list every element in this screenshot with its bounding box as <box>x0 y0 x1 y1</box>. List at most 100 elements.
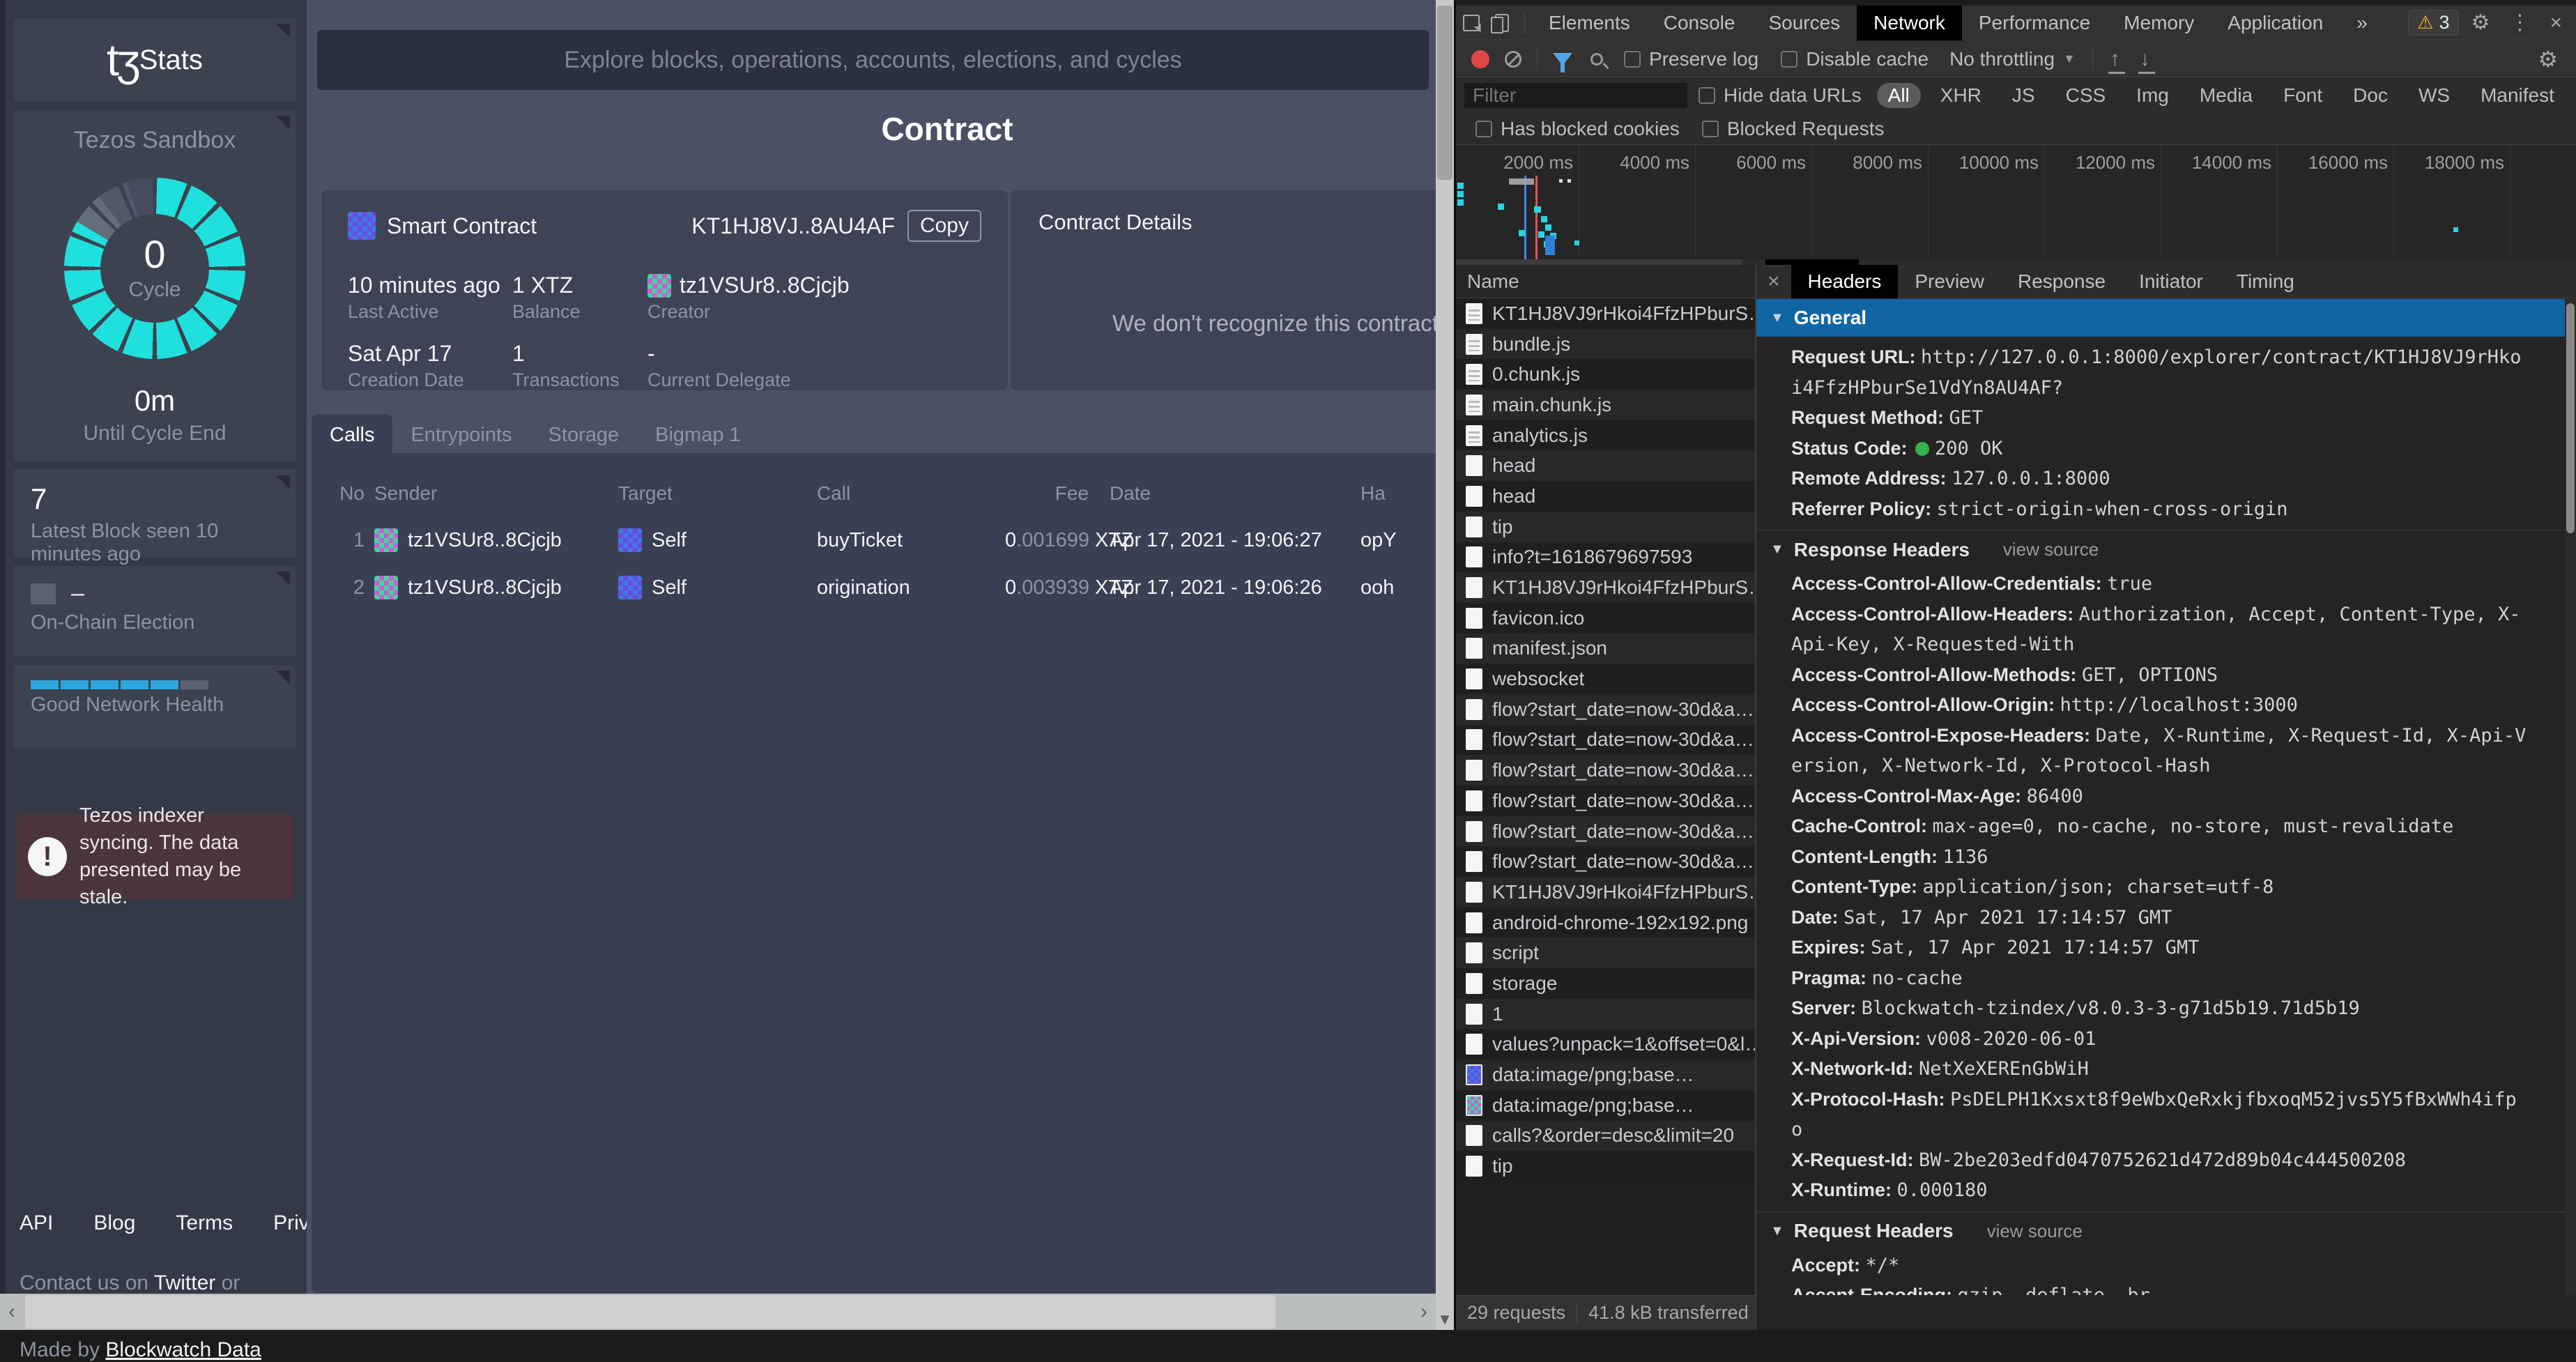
request-row[interactable]: favicon.ico <box>1456 602 1755 634</box>
request-type-filter[interactable]: CSS <box>2055 83 2117 108</box>
details-tab[interactable]: Initiator <box>2122 265 2220 298</box>
devtools-tab[interactable]: Network <box>1857 5 1962 40</box>
blockwatch-link[interactable]: Blockwatch Data <box>105 1338 261 1361</box>
record-button[interactable] <box>1471 49 1489 68</box>
timeline-overview-strip[interactable] <box>1456 259 2576 265</box>
close-details-icon[interactable]: × <box>1756 270 1791 293</box>
twitter-link[interactable]: Twitter <box>154 1271 215 1294</box>
devtools-tab[interactable]: Application <box>2211 6 2340 40</box>
request-row[interactable]: KT1HJ8VJ9rHkoi4FfzHPburS… <box>1456 877 1755 908</box>
request-row[interactable]: flow?start_date=now-30d&a… <box>1456 846 1755 878</box>
table-row[interactable]: 2 tz1VSUr8..8Cjcjb Self origination 0.00… <box>312 576 1436 599</box>
device-toolbar-icon[interactable] <box>1487 9 1517 37</box>
sender-address[interactable]: tz1VSUr8..8Cjcjb <box>408 576 562 599</box>
details-tab[interactable]: Response <box>2001 265 2122 298</box>
details-tab[interactable]: Headers <box>1791 265 1899 298</box>
request-row[interactable]: data:image/png;base… <box>1456 1059 1755 1090</box>
devtools-menu-icon[interactable]: ⋮ <box>2502 10 2537 35</box>
vscroll-thumb[interactable] <box>1437 6 1452 180</box>
details-scrollbar[interactable] <box>2565 299 2576 1295</box>
request-row[interactable]: main.chunk.js <box>1456 390 1755 420</box>
throttling-dropdown[interactable]: No throttling ▼ <box>1949 48 2076 70</box>
devtools-tab[interactable]: Memory <box>2107 6 2211 40</box>
sender-address[interactable]: tz1VSUr8..8Cjcjb <box>408 529 562 552</box>
details-scroll-thumb[interactable] <box>2566 303 2575 533</box>
filter-icon[interactable] <box>1553 52 1572 72</box>
tab-item[interactable]: Entrypoints <box>392 414 530 457</box>
scroll-down-arrow[interactable]: ▼ <box>1436 1309 1454 1330</box>
request-row[interactable]: KT1HJ8VJ9rHkoi4FfzHPburS… <box>1456 572 1755 603</box>
scroll-left-arrow[interactable]: ‹ <box>0 1294 24 1330</box>
disable-cache-checkbox[interactable]: Disable cache <box>1781 48 1929 70</box>
hash-value[interactable]: ooh <box>1360 576 1436 599</box>
devtools-close-icon[interactable]: × <box>2543 11 2569 35</box>
details-tab[interactable]: Preview <box>1898 265 2001 298</box>
request-row[interactable]: tip <box>1456 1151 1755 1181</box>
search-bar[interactable] <box>317 30 1429 90</box>
search-input[interactable] <box>317 46 1429 74</box>
request-type-filter[interactable]: Doc <box>2342 83 2399 108</box>
request-row[interactable]: info?t=1618679697593 <box>1456 542 1755 573</box>
request-row[interactable]: flow?start_date=now-30d&a… <box>1456 694 1755 725</box>
devtools-settings-icon[interactable]: ⚙ <box>2464 10 2497 35</box>
request-type-filter[interactable]: JS <box>2001 83 2046 108</box>
request-row[interactable]: bundle.js <box>1456 328 1755 360</box>
view-source-link[interactable]: view source <box>2003 539 2099 560</box>
copy-button[interactable]: Copy <box>907 210 981 242</box>
request-type-filter[interactable]: Manifest <box>2469 83 2566 108</box>
preserve-log-checkbox[interactable]: Preserve log <box>1624 48 1758 70</box>
request-row[interactable]: script <box>1456 938 1755 969</box>
network-settings-icon[interactable]: ⚙ <box>2538 46 2568 72</box>
request-row[interactable]: head <box>1456 481 1755 512</box>
request-type-filter[interactable]: WS <box>2407 83 2461 108</box>
search-icon[interactable] <box>1590 52 1603 66</box>
request-type-filter[interactable]: Media <box>2188 83 2264 108</box>
devtools-tab[interactable]: Console <box>1647 6 1752 40</box>
footer-link[interactable]: Blog <box>93 1211 135 1235</box>
scroll-right-arrow[interactable]: › <box>1412 1294 1436 1330</box>
request-row[interactable]: calls?&order=desc&limit=20 <box>1456 1120 1755 1151</box>
request-row[interactable]: data:image/png;base… <box>1456 1089 1755 1121</box>
footer-link[interactable]: API <box>20 1211 53 1235</box>
hash-value[interactable]: opY <box>1360 529 1436 552</box>
table-row[interactable]: 1 tz1VSUr8..8Cjcjb Self buyTicket 0.0016… <box>312 528 1436 552</box>
request-row[interactable]: flow?start_date=now-30d&a… <box>1456 786 1755 816</box>
tab-item[interactable]: Storage <box>530 414 638 457</box>
request-row[interactable]: 1 <box>1456 998 1755 1030</box>
request-row[interactable]: analytics.js <box>1456 420 1755 451</box>
has-blocked-cookies-checkbox[interactable]: Has blocked cookies <box>1475 118 1680 140</box>
target-name[interactable]: Self <box>652 529 687 552</box>
request-row[interactable]: values?unpack=1&offset=0&l… <box>1456 1029 1755 1060</box>
request-type-filter[interactable]: XHR <box>1929 83 1993 108</box>
details-tab[interactable]: Timing <box>2220 265 2311 298</box>
tab-item[interactable]: Bigmap 1 <box>637 414 759 457</box>
response-headers-section[interactable]: ▼ Response Headers view source <box>1756 530 2565 569</box>
request-row[interactable]: head <box>1456 450 1755 482</box>
network-filter-input[interactable] <box>1464 83 1687 108</box>
request-headers-section[interactable]: ▼ Request Headers view source <box>1756 1211 2565 1250</box>
devtools-tab[interactable]: Performance <box>1962 6 2107 40</box>
blocked-requests-checkbox[interactable]: Blocked Requests <box>1701 118 1885 140</box>
devtools-tab[interactable]: Sources <box>1751 6 1857 40</box>
request-row[interactable]: flow?start_date=now-30d&a… <box>1456 755 1755 786</box>
request-type-filter[interactable]: Img <box>2125 83 2180 108</box>
request-type-filter[interactable]: Font <box>2272 83 2333 108</box>
request-row[interactable]: manifest.json <box>1456 633 1755 664</box>
general-section-header[interactable]: ▼ General <box>1756 299 2565 337</box>
view-source-link[interactable]: view source <box>1987 1221 2083 1242</box>
console-warning-badge[interactable]: ⚠ 3 <box>2408 10 2459 36</box>
export-har-icon[interactable]: ↓ <box>2138 48 2155 74</box>
clear-icon[interactable] <box>1505 50 1521 68</box>
request-row[interactable]: android-chrome-192x192.png <box>1456 907 1755 938</box>
request-row[interactable]: tip <box>1456 511 1755 542</box>
request-row[interactable]: KT1HJ8VJ9rHkoi4FfzHPburS… <box>1456 298 1755 329</box>
page-horizontal-scrollbar[interactable]: ‹ › <box>0 1294 1436 1330</box>
network-timeline[interactable]: 2000 ms 4000 ms 6000 ms 8000 ms 10000 ms 1200… <box>1456 145 2576 265</box>
request-row[interactable]: 0.chunk.js <box>1456 359 1755 390</box>
footer-link[interactable]: Terms <box>176 1211 233 1235</box>
page-vertical-scrollbar[interactable]: ▼ <box>1436 0 1454 1330</box>
inspect-element-icon[interactable] <box>1456 9 1487 37</box>
target-name[interactable]: Self <box>652 576 687 599</box>
request-row[interactable]: flow?start_date=now-30d&a… <box>1456 816 1755 847</box>
devtools-tab[interactable]: Elements <box>1532 6 1647 40</box>
